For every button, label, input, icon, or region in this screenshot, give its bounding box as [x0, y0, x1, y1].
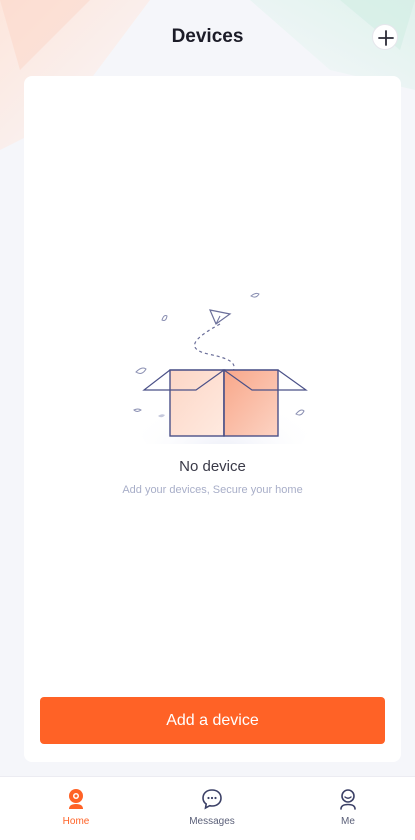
tab-me[interactable]: Me — [308, 781, 388, 837]
add-device-button[interactable]: Add a device — [40, 697, 385, 744]
tab-messages[interactable]: Messages — [172, 781, 252, 837]
empty-state-title: No device — [179, 458, 246, 475]
page-title: Devices — [171, 26, 244, 47]
plus-icon — [378, 30, 394, 46]
tab-home[interactable]: Home — [36, 781, 116, 837]
devices-card: No device Add your devices, Secure your … — [24, 76, 401, 762]
add-device-top-button[interactable] — [372, 24, 398, 50]
tab-me-label: Me — [341, 816, 355, 827]
bottom-tab-bar: Home Messages Me — [0, 776, 415, 840]
tab-home-label: Home — [62, 816, 90, 827]
tab-messages-label: Messages — [189, 816, 235, 827]
person-icon — [340, 789, 356, 810]
camera-icon — [69, 789, 83, 809]
app-header: Devices — [0, 0, 415, 74]
empty-state-subtitle: Add your devices, Secure your home — [122, 484, 303, 496]
empty-box-icon — [124, 284, 324, 472]
chat-bubble-icon — [202, 789, 222, 810]
